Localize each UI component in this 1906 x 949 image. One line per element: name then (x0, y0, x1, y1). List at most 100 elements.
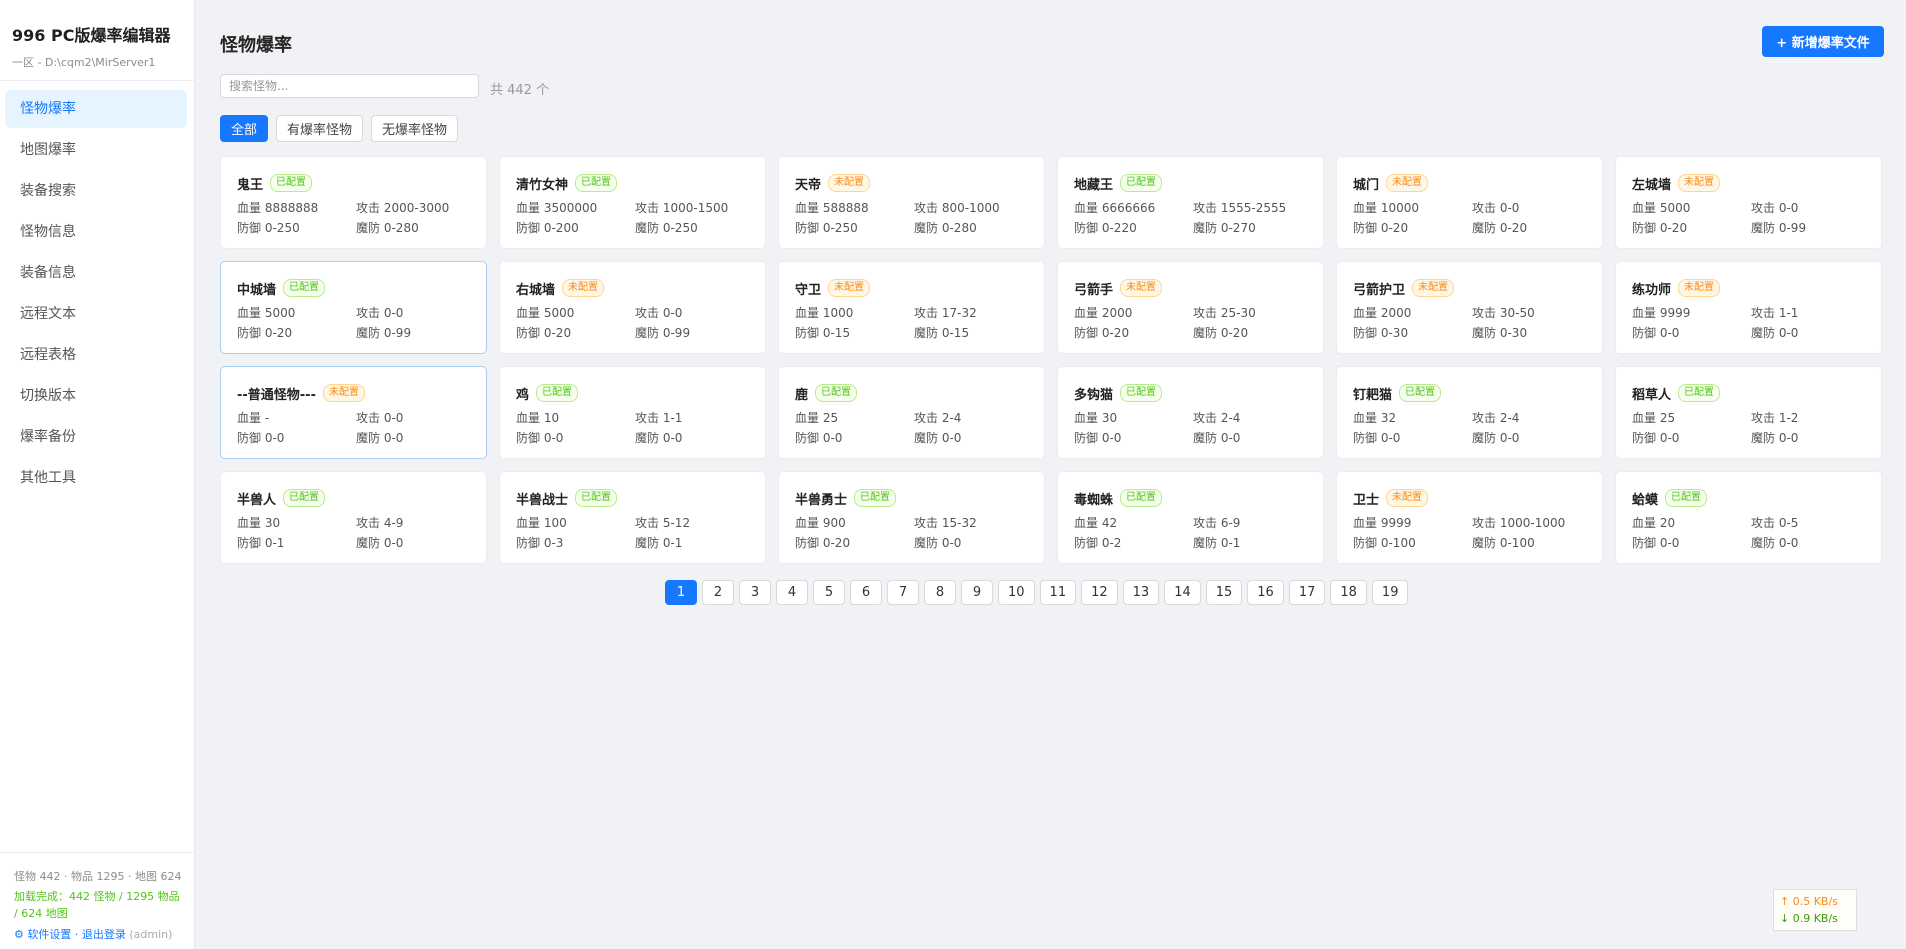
attack-stat-value: 0-0 (662, 306, 683, 320)
page-button-5[interactable]: 5 (813, 580, 845, 605)
settings-link[interactable]: ⚙ 软件设置 (14, 928, 71, 941)
magic-defense-stat-value: 0-1 (1220, 536, 1241, 550)
monster-card[interactable]: 弓箭手 未配置 血量 2000 攻击 25-30 防御 0-20 魔防 0-20 (1057, 261, 1324, 354)
page-button-9[interactable]: 9 (961, 580, 993, 605)
sidebar-item-2[interactable]: 装备搜索 (5, 172, 187, 210)
monster-card[interactable]: 钉耙猫 已配置 血量 32 攻击 2-4 防御 0-0 魔防 0-0 (1336, 366, 1603, 459)
hp-stat-label: 血量 (1632, 411, 1657, 425)
sidebar-item-5[interactable]: 远程文本 (5, 295, 187, 333)
page-button-13[interactable]: 13 (1122, 580, 1160, 605)
hp-stat-value: 9999 (1380, 516, 1412, 530)
defense-stat-label: 防御 (237, 221, 262, 235)
page-button-14[interactable]: 14 (1164, 580, 1201, 605)
defense-stat: 防御 0-20 (237, 323, 356, 343)
sidebar-item-8[interactable]: 爆率备份 (5, 418, 187, 456)
filter-button-1[interactable]: 有爆率怪物 (276, 115, 364, 142)
attack-stat-label: 攻击 (1193, 411, 1218, 425)
monster-card[interactable]: 清竹女神 已配置 血量 3500000 攻击 1000-1500 防御 0-200 魔防 … (499, 156, 766, 249)
page-button-11[interactable]: 11 (1039, 580, 1077, 605)
magic-defense-stat-label: 魔防 (914, 431, 939, 445)
monster-card[interactable]: 蛤蟆 已配置 血量 20 攻击 0-5 防御 0-0 魔防 0-0 (1615, 471, 1882, 564)
sidebar-item-1[interactable]: 地图爆率 (5, 131, 187, 169)
hp-stat-value: 2000 (1101, 306, 1133, 320)
magic-defense-stat-label: 魔防 (1472, 431, 1497, 445)
defense-stat: 防御 0-20 (795, 533, 914, 553)
monster-grid: 鬼王 已配置 血量 8888888 攻击 2000-3000 防御 0-250 魔防 0-… (220, 156, 1884, 564)
card-header: 城门 未配置 (1353, 173, 1586, 193)
monster-card[interactable]: 半兽人 已配置 血量 30 攻击 4-9 防御 0-1 魔防 0-0 (220, 471, 487, 564)
page-button-10[interactable]: 10 (998, 580, 1035, 605)
monster-card[interactable]: 地藏王 已配置 血量 6666666 攻击 1555-2555 防御 0-220 魔防 0… (1057, 156, 1324, 249)
page-button-15[interactable]: 15 (1205, 580, 1243, 605)
page-button-4[interactable]: 4 (776, 580, 808, 605)
monster-card[interactable]: 半兽勇士 已配置 血量 900 攻击 15-32 防御 0-20 魔防 0-0 (778, 471, 1045, 564)
monster-card[interactable]: 左城墙 未配置 血量 5000 攻击 0-0 防御 0-20 魔防 0-99 (1615, 156, 1882, 249)
monster-card[interactable]: 右城墙 未配置 血量 5000 攻击 0-0 防御 0-20 魔防 0-99 (499, 261, 766, 354)
sidebar-item-0[interactable]: 怪物爆率 (5, 90, 187, 128)
page-button-1[interactable]: 1 (665, 580, 697, 605)
magic-defense-stat: 魔防 0-99 (1751, 218, 1865, 238)
monster-card[interactable]: 鸡已配置 血量 10 攻击 1-1 防御 0-0 魔防 0-0 (499, 366, 766, 459)
sidebar-item-4[interactable]: 装备信息 (5, 254, 187, 292)
page-button-12[interactable]: 12 (1081, 580, 1118, 605)
monster-card[interactable]: 半兽战士 已配置 血量 100 攻击 5-12 防御 0-3 魔防 0-1 (499, 471, 766, 564)
magic-defense-stat: 魔防 0-0 (914, 533, 1028, 553)
magic-defense-stat: 魔防 0-20 (1193, 323, 1307, 343)
hp-stat: 血量 30 (1074, 408, 1193, 428)
hp-stat-value: 900 (822, 516, 846, 530)
attack-stat-value: 1-1 (662, 411, 683, 425)
filter-button-0[interactable]: 全部 (220, 115, 269, 142)
monster-card[interactable]: 练功师 未配置 血量 9999 攻击 1-1 防御 0-0 魔防 0-0 (1615, 261, 1882, 354)
sidebar-item-3[interactable]: 怪物信息 (5, 213, 187, 251)
page-button-3[interactable]: 3 (739, 580, 771, 605)
monster-card[interactable]: 稻草人 已配置 血量 25 攻击 1-2 防御 0-0 魔防 0-0 (1615, 366, 1882, 459)
page-button-19[interactable]: 19 (1371, 580, 1409, 605)
page-button-18[interactable]: 18 (1330, 580, 1367, 605)
hp-stat: 血量 10000 (1353, 198, 1472, 218)
monster-stats: 血量 10000 攻击 0-0 防御 0-20 魔防 0-20 (1353, 198, 1586, 238)
defense-stat-value: 0-0 (264, 431, 285, 445)
monster-card[interactable]: --普通怪物--- 未配置 血量 - 攻击 0-0 防御 0-0 魔防 0-0 (220, 366, 487, 459)
monster-card[interactable]: 城门 未配置血量 10000 攻击 0-0 防御 0-20 魔防 0-20 (1336, 156, 1603, 249)
attack-stat-value: 2-4 (1499, 411, 1520, 425)
sidebar-item-6[interactable]: 远程表格 (5, 336, 187, 374)
defense-stat-label: 防御 (516, 431, 541, 445)
page-button-8[interactable]: 8 (924, 580, 956, 605)
defense-stat: 防御 0-0 (237, 428, 356, 448)
monster-card[interactable]: 鹿已配置 血量 25 攻击 2-4 防御 0-0 魔防 0-0 (778, 366, 1045, 459)
add-drop-file-button[interactable]: + 新增爆率文件 (1762, 26, 1884, 57)
monster-card[interactable]: 毒蜘蛛 已配置 血量 42 攻击 6-9 防御 0-2 魔防 0-1 (1057, 471, 1324, 564)
attack-stat-label: 攻击 (356, 306, 381, 320)
monster-stats: 血量 8888888 攻击 2000-3000 防御 0-250 魔防 0-280 (237, 198, 470, 238)
pagination: 1 2 3 4 5 6 7 8 9 10 11 12 13 14 15 16 17 18 19 (665, 580, 1409, 605)
sidebar-item-7[interactable]: 切换版本 (5, 377, 187, 415)
page-button-2[interactable]: 2 (702, 580, 734, 605)
defense-stat: 防御 0-20 (516, 323, 635, 343)
status-badge: 已配置 (283, 279, 326, 297)
monster-card[interactable]: 中城墙 已配置 血量 5000 攻击 0-0 防御 0-20 魔防 0-99 (220, 261, 487, 354)
status-badge: 已配置 (536, 384, 579, 402)
page-button-7[interactable]: 7 (887, 580, 919, 605)
hp-stat: 血量 32 (1353, 408, 1472, 428)
monster-card[interactable]: 弓箭护卫 未配置 血量 2000 攻击 30-50 防御 0-30 魔防 0-30 (1336, 261, 1603, 354)
page-button-16[interactable]: 16 (1247, 580, 1284, 605)
magic-defense-stat-label: 魔防 (1193, 431, 1218, 445)
monster-card[interactable]: 多钩猫 已配置 血量 30 攻击 2-4 防御 0-0 魔防 0-0 (1057, 366, 1324, 459)
monster-card[interactable]: 守卫 未配置 血量 1000 攻击 17-32 防御 0-15 魔防 0-15 (778, 261, 1045, 354)
hp-stat: 血量 30 (237, 513, 356, 533)
sidebar-item-9[interactable]: 其他工具 (5, 459, 187, 497)
monster-search-input[interactable] (220, 74, 479, 98)
defense-stat: 防御 0-0 (1632, 428, 1751, 448)
logout-link[interactable]: 退出登录 (82, 928, 126, 941)
monster-card[interactable]: 鬼王 已配置 血量 8888888 攻击 2000-3000 防御 0-250 魔防 0-… (220, 156, 487, 249)
magic-defense-stat-value: 0-0 (1778, 431, 1799, 445)
attack-stat: 攻击 1-1 (1751, 303, 1865, 323)
page-button-17[interactable]: 17 (1288, 580, 1326, 605)
monster-card[interactable]: 卫士 未配置 血量 9999 攻击 1000-1000 防御 0-100 魔防 0-100 (1336, 471, 1603, 564)
monster-card[interactable]: 天帝 未配置 血量 588888 攻击 800-1000 防御 0-250 魔防 0-28… (778, 156, 1045, 249)
card-header: 多钩猫 已配置 (1074, 383, 1307, 403)
filter-group: 全部 有爆率怪物 无爆率怪物 (220, 115, 459, 142)
attack-stat-label: 攻击 (1193, 306, 1218, 320)
page-button-6[interactable]: 6 (850, 580, 882, 605)
filter-button-2[interactable]: 无爆率怪物 (371, 115, 459, 142)
